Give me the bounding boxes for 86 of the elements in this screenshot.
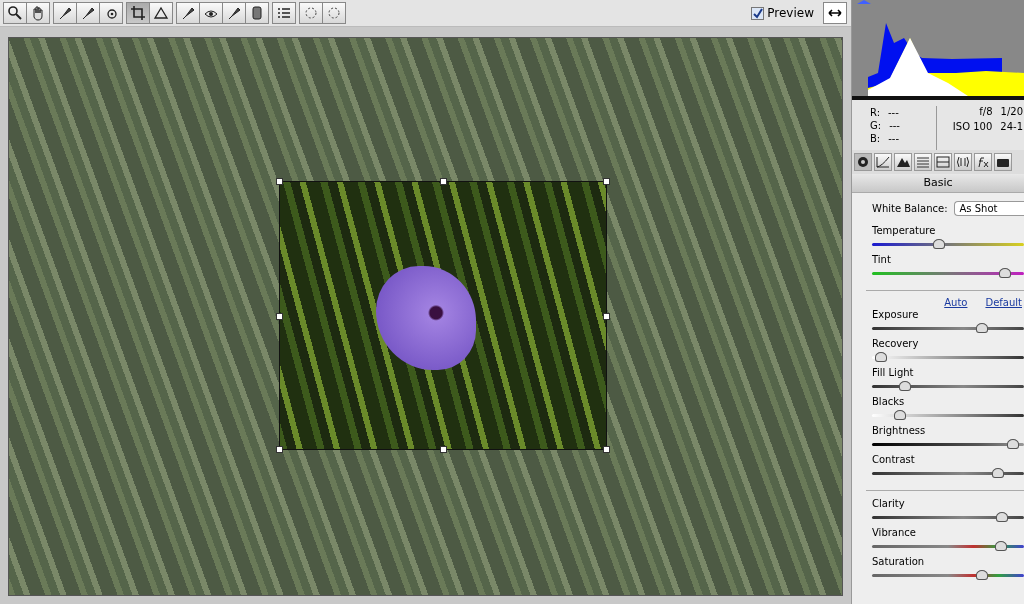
slider-thumb[interactable] <box>975 323 988 333</box>
tool-button[interactable] <box>245 2 269 24</box>
crop-area-photo[interactable] <box>279 181 607 450</box>
slider-thumb[interactable] <box>975 570 988 580</box>
crop-handle[interactable] <box>276 178 283 185</box>
slider-label: Clarity <box>872 497 906 511</box>
link[interactable]: Auto <box>944 297 968 308</box>
channel-label: B: <box>870 132 881 145</box>
slider-thumb[interactable] <box>996 512 1009 522</box>
slider-label: Temperature <box>872 224 937 238</box>
lens-icon <box>956 156 970 168</box>
fx-icon <box>976 156 990 168</box>
tool-button[interactable] <box>222 2 246 24</box>
angle-icon <box>153 5 169 21</box>
link[interactable]: Default <box>985 297 1022 308</box>
checkbox[interactable] <box>751 6 765 20</box>
fullscreen-button[interactable] <box>823 2 847 24</box>
panel-tab[interactable] <box>874 153 892 171</box>
slider-thumb[interactable] <box>933 239 946 249</box>
tool-button[interactable] <box>176 2 200 24</box>
slider-thumb[interactable] <box>991 468 1004 478</box>
slider-thumb[interactable] <box>1006 439 1019 449</box>
brush-icon <box>226 5 242 21</box>
channel-value: --- <box>888 132 900 145</box>
crop-handle[interactable] <box>276 312 283 320</box>
tool-button[interactable] <box>272 2 296 24</box>
panel-tab[interactable] <box>974 153 992 171</box>
crop-handle[interactable] <box>440 178 447 185</box>
triangle-icon <box>896 156 910 168</box>
split-icon <box>936 156 950 168</box>
panel-title: Basic <box>852 174 1024 193</box>
rectangle-icon <box>249 5 265 21</box>
crop-handle[interactable] <box>603 446 610 453</box>
slider-label: Saturation <box>872 555 926 569</box>
panel-tab[interactable] <box>894 153 912 171</box>
crop-handle[interactable] <box>603 312 610 320</box>
slider-label: Tint <box>872 253 892 267</box>
channel-label: R: <box>870 106 880 119</box>
lines-icon <box>916 156 930 168</box>
channel-value: --- <box>888 106 899 119</box>
tool-button[interactable] <box>26 2 50 24</box>
slider-label: Fill Light <box>872 366 915 380</box>
slider-label: Blacks <box>872 395 906 409</box>
slider-label: Recovery <box>872 337 920 351</box>
crop-handle[interactable] <box>440 446 447 453</box>
panel-tab[interactable] <box>934 153 952 171</box>
slider-label: Exposure <box>872 308 920 322</box>
slider-label: Contrast <box>872 453 916 467</box>
zoom-icon <box>7 5 23 21</box>
tool-button[interactable] <box>3 2 27 24</box>
slider-thumb[interactable] <box>998 268 1011 278</box>
wb-preset-dropdown[interactable]: As Shot <box>953 201 1024 216</box>
tool-button[interactable] <box>126 2 150 24</box>
iso-text: ISO 100 <box>952 121 993 132</box>
brush-icon <box>180 5 196 21</box>
aperture-text: f/8 <box>979 106 993 117</box>
wb-label: White Balance: <box>872 203 948 214</box>
tool-button[interactable] <box>149 2 173 24</box>
brush-icon <box>80 5 96 21</box>
tool-button[interactable] <box>76 2 100 24</box>
tool-button[interactable] <box>99 2 123 24</box>
slider-thumb[interactable] <box>894 410 907 420</box>
tool-button[interactable] <box>199 2 223 24</box>
channel-label: G: <box>870 119 882 132</box>
preview-checkbox[interactable]: Preview <box>751 6 814 20</box>
shutter-text: 1/20 <box>1000 106 1023 117</box>
panel-tab[interactable] <box>954 153 972 171</box>
slider-thumb[interactable] <box>875 352 887 362</box>
tool-button[interactable] <box>53 2 77 24</box>
crop-handle[interactable] <box>276 446 283 453</box>
panel-tab[interactable] <box>854 153 872 171</box>
slider-label: Brightness <box>872 424 927 438</box>
crop-handle[interactable] <box>603 178 610 185</box>
crop-icon <box>130 5 146 21</box>
aperture-icon <box>856 156 870 168</box>
brush-icon <box>57 5 73 21</box>
slider-label: Vibrance <box>872 526 917 540</box>
preview-label: Preview <box>767 6 814 20</box>
channel-value: --- <box>889 119 900 132</box>
list-icon <box>276 5 292 21</box>
lens-text: 24-1 <box>1000 121 1023 132</box>
curve-icon <box>876 156 890 168</box>
panel-tab[interactable] <box>994 153 1012 171</box>
slider-thumb[interactable] <box>899 381 912 391</box>
slider-thumb[interactable] <box>994 541 1007 551</box>
camera-icon <box>996 156 1010 168</box>
